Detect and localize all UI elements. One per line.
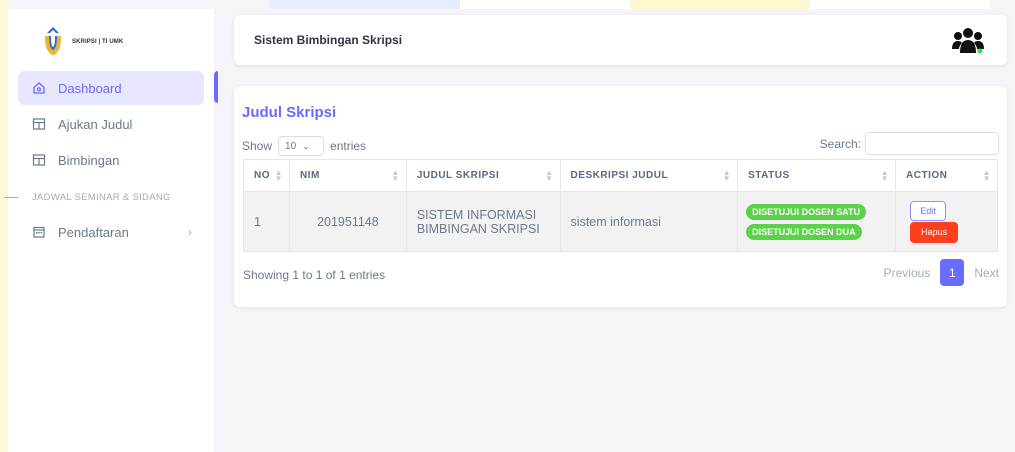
cell-action: Edit Hapus (895, 191, 998, 252)
cell-nim: 201951148 (288, 191, 407, 252)
users-icon[interactable] (951, 27, 985, 55)
sidebar-item-label: Pendaftaran (58, 224, 129, 240)
active-indicator (214, 71, 218, 103)
table-header-row: NO ▲ ▼ NIM ▲ ▼ JUDUL SKRIPSI ▲ ▼ DESKRIPSI JUD… (243, 159, 998, 192)
search-label: Search: (819, 136, 861, 151)
sidebar-item-ajukan-judul[interactable]: Ajukan Judul (18, 107, 204, 141)
status-badge: DISETUJUI DOSEN DUA (746, 223, 862, 240)
next-page-button[interactable]: Next (972, 262, 1001, 284)
edit-button[interactable]: Edit (910, 200, 947, 221)
delete-button[interactable]: Hapus (910, 221, 959, 243)
top-navbar: Sistem Bimbingan Skripsi (234, 15, 1007, 65)
left-edge-decoration (0, 0, 8, 452)
sidebar: SKRIPSI | TI UMK Dashboard Ajukan Judul (4, 9, 218, 452)
sidebar-item-pendaftaran[interactable]: Pendaftaran › (18, 215, 204, 249)
entries-control: Show 10 ⌄ entries (242, 136, 366, 156)
chevron-right-icon: › (188, 225, 192, 239)
column-header-no[interactable]: NO ▲ ▼ (243, 159, 290, 192)
chevron-down-icon: ⌄ (302, 140, 310, 151)
sidebar-item-label: Ajukan Judul (58, 116, 133, 132)
sidebar-item-label: Dashboard (58, 80, 122, 96)
column-header-deskripsi[interactable]: DESKRIPSI JUDUL ▲ ▼ (559, 159, 739, 192)
cell-judul: SISTEM INFORMASI BIMBINGAN SKRIPSI (405, 191, 561, 252)
table-icon (32, 118, 46, 130)
page-button-1[interactable]: 1 (940, 259, 965, 286)
cell-no: 1 (243, 191, 290, 252)
column-header-action[interactable]: ACTION ▲ ▼ (895, 159, 998, 192)
table-row: 1 201951148 SISTEM INFORMASI BIMBINGAN S… (243, 191, 998, 252)
sort-icon: ▲ ▼ (722, 168, 732, 183)
pagination: Previous 1 Next (882, 259, 1001, 286)
sidebar-nav: Dashboard Ajukan Judul Bimbingan JADWAL … (4, 71, 214, 251)
thesis-table: NO ▲ ▼ NIM ▲ ▼ JUDUL SKRIPSI ▲ ▼ DESKRIPSI JUD… (243, 159, 998, 252)
column-header-status[interactable]: STATUS ▲ ▼ (737, 159, 897, 192)
status-badge: DISETUJUI DOSEN SATU (746, 203, 866, 220)
sidebar-item-label: Bimbingan (58, 152, 120, 168)
column-header-nim[interactable]: NIM ▲ ▼ (288, 159, 407, 192)
calendar-icon (33, 226, 45, 238)
card-title: Judul Skripsi (242, 104, 337, 121)
sort-icon: ▲ ▼ (880, 168, 890, 183)
previous-page-button[interactable]: Previous (882, 262, 933, 284)
entries-label: entries (330, 139, 367, 153)
logo-icon (45, 27, 61, 55)
app-title: Sistem Bimbingan Skripsi (254, 33, 403, 47)
sidebar-item-dashboard[interactable]: Dashboard (18, 71, 204, 105)
cell-deskripsi: sistem informasi (559, 191, 739, 252)
table-icon (32, 154, 46, 166)
section-header: JADWAL SEMINAR & SIDANG (4, 179, 214, 215)
column-header-judul[interactable]: JUDUL SKRIPSI ▲ ▼ (405, 159, 561, 192)
search-input[interactable] (865, 132, 999, 155)
entries-value: 10 (285, 140, 297, 152)
sort-icon: ▲ ▼ (274, 168, 283, 183)
brand[interactable]: SKRIPSI | TI UMK (38, 25, 123, 59)
sort-icon: ▲ ▼ (982, 168, 991, 183)
show-label: Show (242, 139, 273, 153)
brand-text: SKRIPSI | TI UMK (72, 39, 124, 45)
search-control: Search: (820, 132, 999, 155)
sidebar-item-bimbingan[interactable]: Bimbingan (18, 143, 204, 177)
top-decoration (0, 0, 1015, 9)
table-info: Showing 1 to 1 of 1 entries (243, 268, 386, 282)
sort-icon: ▲ ▼ (391, 168, 400, 183)
sort-icon: ▲ ▼ (545, 168, 554, 183)
section-divider (4, 197, 18, 198)
section-header-label: JADWAL SEMINAR & SIDANG (32, 191, 171, 203)
home-icon (33, 82, 45, 94)
thesis-card: Judul Skripsi Show 10 ⌄ entries Search: … (234, 86, 1007, 307)
cell-status: DISETUJUI DOSEN SATU DISETUJUI DOSEN DUA (737, 191, 897, 252)
entries-select[interactable]: 10 ⌄ (278, 136, 325, 156)
